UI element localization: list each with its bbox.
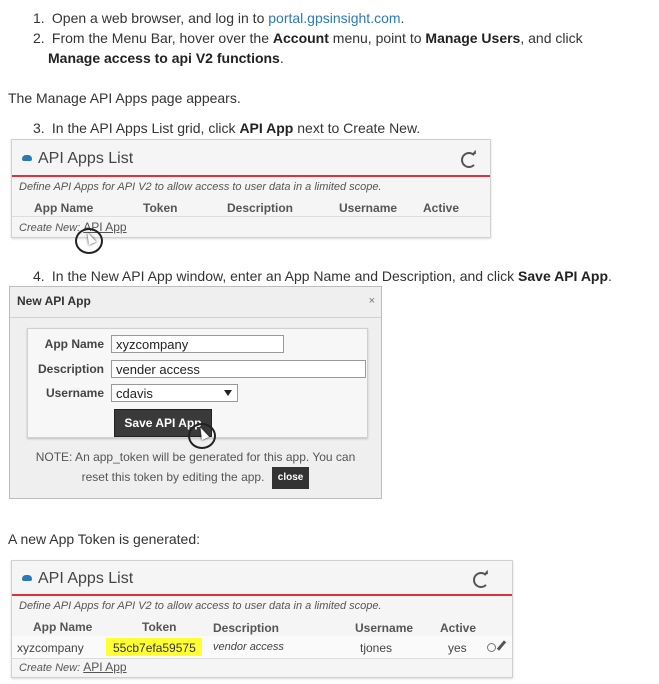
column-header-app-name[interactable]: App Name <box>34 201 93 215</box>
refresh-icon[interactable] <box>473 572 489 588</box>
row-username: tjones <box>360 641 393 655</box>
chevron-down-icon <box>224 390 232 396</box>
close-button[interactable]: close <box>271 467 310 489</box>
create-new: Create New: API App <box>19 220 127 234</box>
search-icon[interactable] <box>487 643 496 652</box>
api-app-form: App Name xyzcompany Description vender a… <box>27 328 368 438</box>
close-icon[interactable]: × <box>369 295 375 307</box>
note-line-1: NOTE: An app_token will be generated for… <box>35 450 356 464</box>
column-header-app-name[interactable]: App Name <box>33 620 92 634</box>
column-header-token[interactable]: Token <box>143 201 177 215</box>
column-header-token[interactable]: Token <box>142 620 176 634</box>
step-4: 4. In the New API App window, enter an A… <box>33 268 612 284</box>
portal-link[interactable]: portal.gpsinsight.com <box>268 10 400 26</box>
panel-title: API Apps List <box>22 150 133 168</box>
refresh-icon[interactable] <box>461 152 477 168</box>
panel-description: Define API Apps for API V2 to allow acce… <box>19 181 382 193</box>
column-header-username[interactable]: Username <box>339 201 397 215</box>
title-divider <box>12 594 512 596</box>
row-app-name: xyzcompany <box>17 641 84 655</box>
username-select[interactable]: cdavis <box>111 384 238 402</box>
api-app-link[interactable]: API App <box>83 660 126 674</box>
new-token-paragraph: A new App Token is generated: <box>8 531 200 547</box>
app-name-label: App Name <box>44 337 104 351</box>
cloud-icon <box>22 574 32 581</box>
row-description: vendor access <box>213 641 284 653</box>
description-label: Description <box>37 362 104 376</box>
api-apps-list-panel: API Apps List Define API Apps for API V2… <box>11 139 491 238</box>
row-token: 55cb7efa59575 <box>113 641 196 655</box>
dialog-header-divider <box>10 317 381 318</box>
column-header-active[interactable]: Active <box>440 621 476 635</box>
title-divider <box>12 175 490 177</box>
column-header-username[interactable]: Username <box>355 621 413 635</box>
step-2-line-2: Manage access to api V2 functions. <box>48 50 284 66</box>
cloud-icon <box>22 154 32 161</box>
description-input[interactable]: vender access <box>111 360 366 378</box>
dialog-title: New API App <box>17 294 91 308</box>
column-header-description[interactable]: Description <box>213 621 279 635</box>
row-divider <box>12 658 512 659</box>
row-active: yes <box>448 641 467 655</box>
step-2: 2. From the Menu Bar, hover over the Acc… <box>33 30 583 46</box>
app-name-input[interactable]: xyzcompany <box>111 335 284 353</box>
step-3: 3. In the API Apps List grid, click API … <box>33 120 421 136</box>
step-1-text: Open a web browser, and log in to <box>51 10 269 26</box>
step-1: 1. Open a web browser, and log in to por… <box>33 10 405 26</box>
api-apps-list-panel-result: API Apps List Define API Apps for API V2… <box>11 560 513 678</box>
column-header-description[interactable]: Description <box>227 201 293 215</box>
header-divider <box>12 216 490 217</box>
new-api-app-dialog: New API App × App Name xyzcompany Descri… <box>9 286 382 499</box>
manage-api-apps-paragraph: The Manage API Apps page appears. <box>8 90 241 106</box>
note-line-2: reset this token by editing the app. clo… <box>10 467 381 489</box>
create-new: Create New: API App <box>19 660 127 674</box>
panel-description: Define API Apps for API V2 to allow acce… <box>19 600 382 612</box>
username-label: Username <box>45 386 104 400</box>
panel-title: API Apps List <box>22 570 133 588</box>
column-header-active[interactable]: Active <box>423 201 459 215</box>
